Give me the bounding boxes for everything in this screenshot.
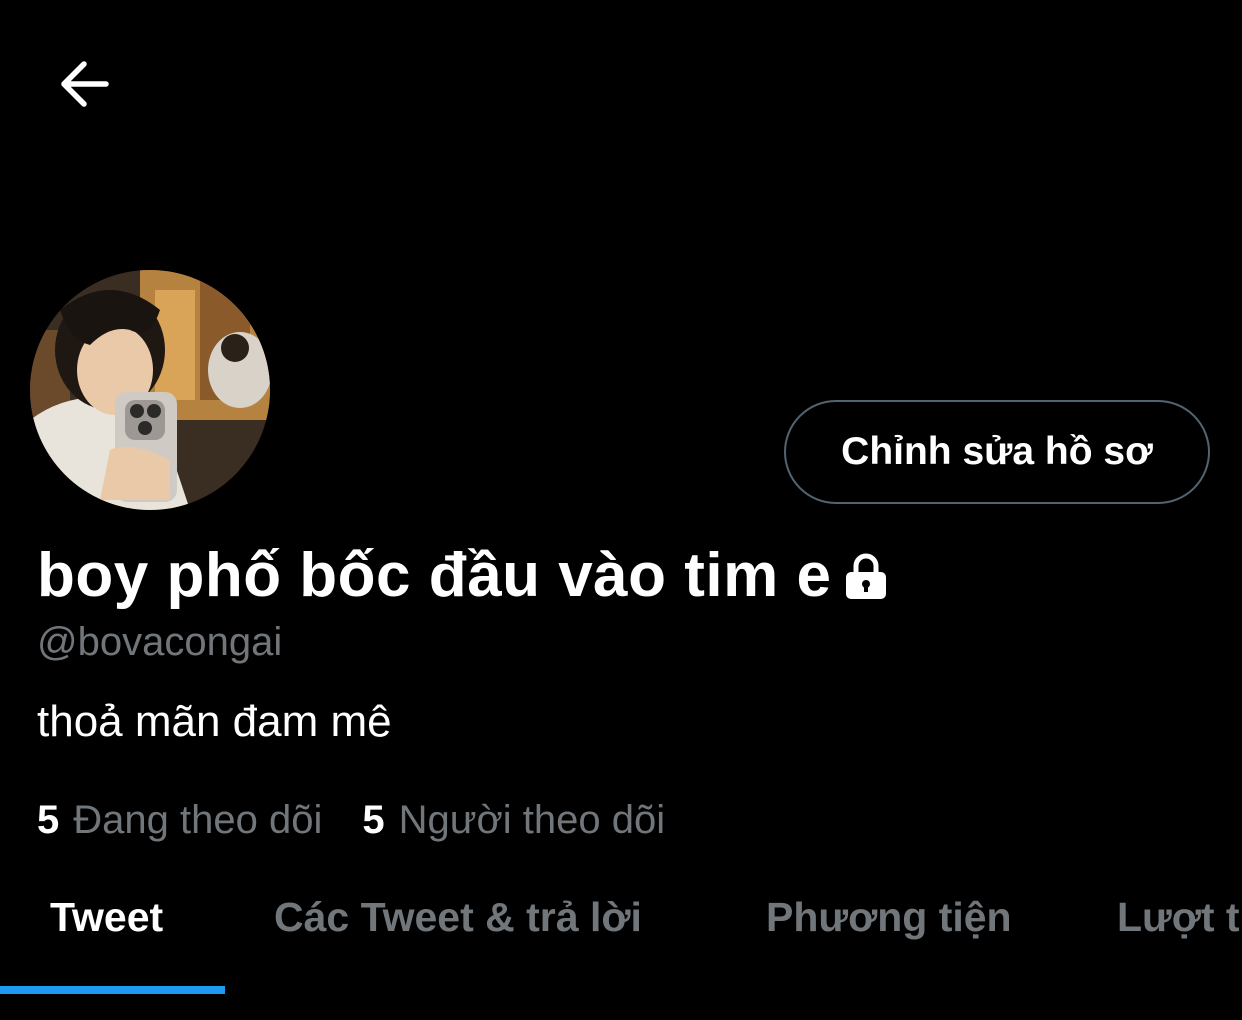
- tab-tweets-replies[interactable]: Các Tweet & trả lời: [274, 894, 642, 941]
- edit-profile-button[interactable]: Chỉnh sửa hồ sơ: [784, 400, 1210, 504]
- display-name-row: boy phố bốc đầu vào tim e: [37, 540, 891, 611]
- tab-tweets[interactable]: Tweet: [50, 894, 163, 941]
- display-name: boy phố bốc đầu vào tim e: [37, 541, 832, 610]
- tab-media[interactable]: Phương tiện: [766, 894, 1012, 941]
- profile-tabs: Tweet Các Tweet & trả lời Phương tiện Lư…: [0, 870, 1242, 994]
- avatar[interactable]: [30, 270, 270, 510]
- avatar-photo: [30, 270, 270, 510]
- followers-stat[interactable]: 5 Người theo dõi: [362, 798, 665, 843]
- followers-label: Người theo dõi: [398, 798, 666, 842]
- back-button[interactable]: [52, 52, 116, 116]
- bio: thoả mãn đam mê: [37, 697, 392, 746]
- followers-count: 5: [362, 798, 385, 842]
- following-stat[interactable]: 5 Đang theo dõi: [37, 798, 322, 843]
- stats: 5 Đang theo dõi 5 Người theo dõi: [37, 798, 705, 843]
- following-count: 5: [37, 798, 60, 842]
- tab-likes[interactable]: Lượt thích: [1117, 894, 1242, 941]
- active-tab-indicator: [0, 986, 225, 994]
- arrow-left-icon: [61, 61, 109, 107]
- lock-icon: [846, 553, 887, 599]
- following-label: Đang theo dõi: [73, 798, 323, 842]
- edit-profile-label: Chỉnh sửa hồ sơ: [841, 430, 1153, 473]
- handle: @bovacongai: [37, 620, 283, 664]
